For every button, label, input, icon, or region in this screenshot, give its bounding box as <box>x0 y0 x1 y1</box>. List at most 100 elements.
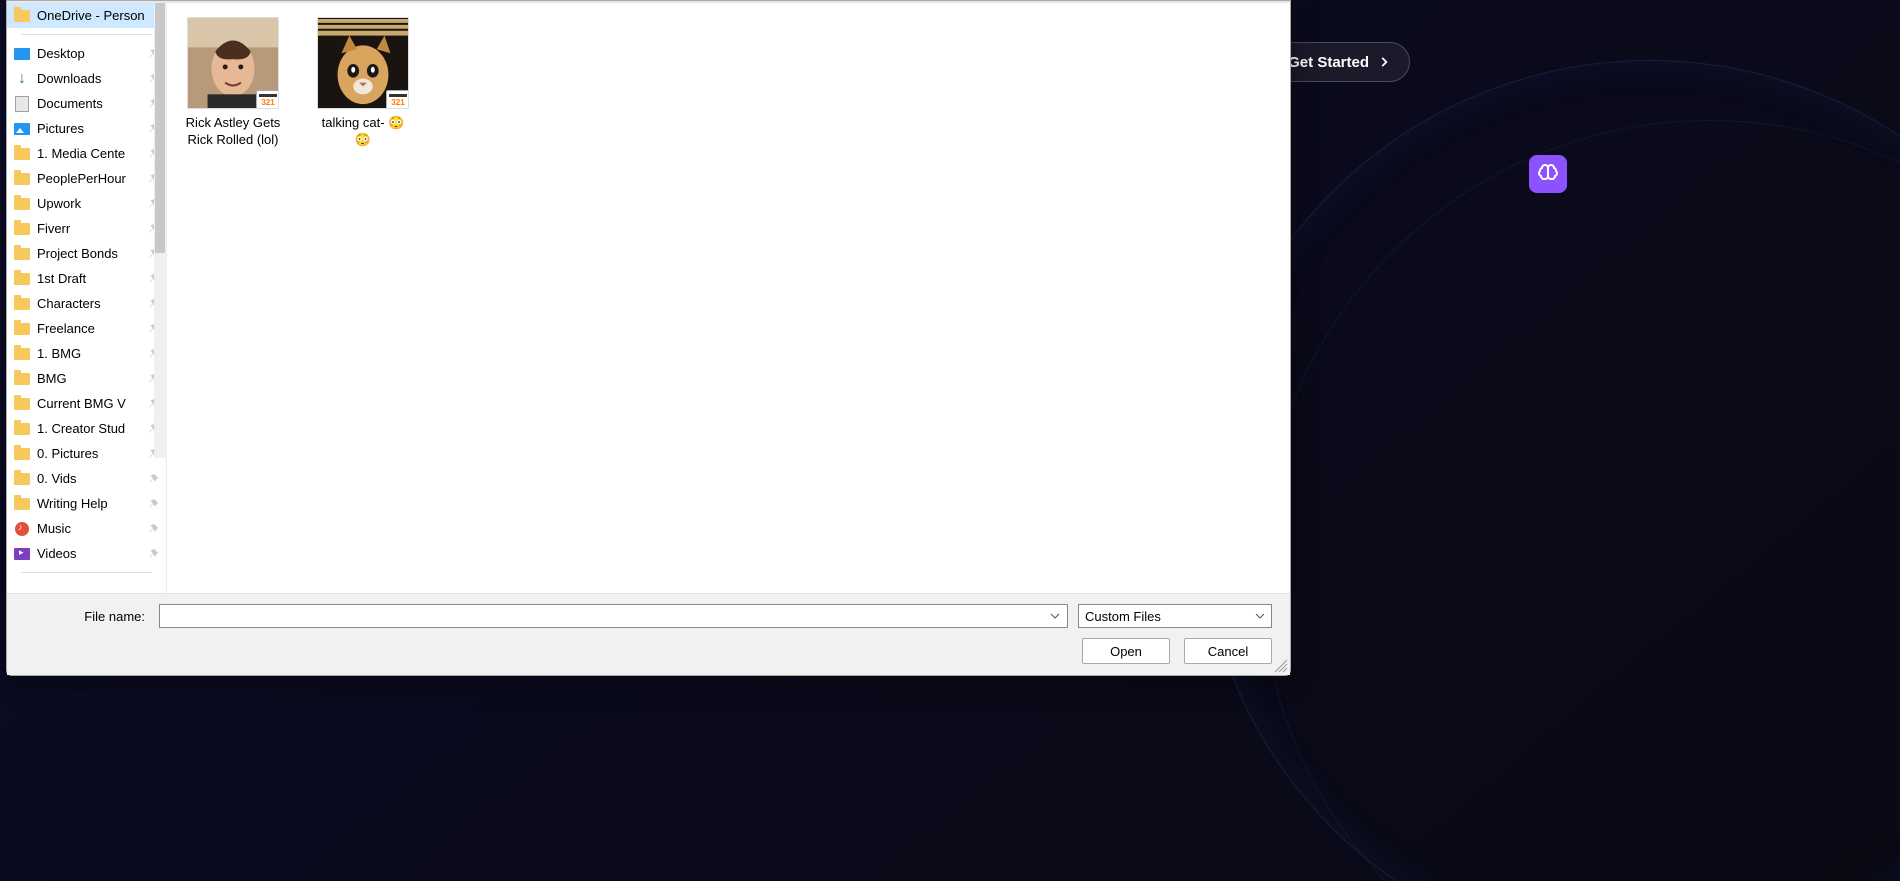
file-list[interactable]: 321Rick Astley Gets Rick Rolled (lol)321… <box>167 3 1290 593</box>
sidebar-item-label: 1. BMG <box>37 346 146 361</box>
folder-icon <box>13 245 31 263</box>
folder-icon <box>13 445 31 463</box>
open-button[interactable]: Open <box>1082 638 1170 664</box>
sidebar-item[interactable]: 1. Media Cente <box>7 141 166 166</box>
sidebar-item-label: Freelance <box>37 321 146 336</box>
sidebar-item-label: Fiverr <box>37 221 146 236</box>
dialog-body: OneDrive - Person Desktop ↓ Downloads Docume… <box>7 3 1290 593</box>
sidebar-item[interactable]: OneDrive - Person <box>7 3 166 28</box>
folder-icon <box>13 220 31 238</box>
pin-icon <box>146 497 160 511</box>
filename-dropdown-icon[interactable] <box>1047 605 1063 627</box>
folder-icon <box>13 370 31 388</box>
folder-icon <box>13 470 31 488</box>
folder-icon <box>13 145 31 163</box>
filetype-label: Custom Files <box>1085 609 1255 624</box>
sidebar-item-label: 0. Vids <box>37 471 146 486</box>
sidebar-item-label: Documents <box>37 96 146 111</box>
sidebar: OneDrive - Person Desktop ↓ Downloads Docume… <box>7 3 167 593</box>
sidebar-item[interactable]: Fiverr <box>7 216 166 241</box>
desktop-icon <box>13 45 31 63</box>
file-label: talking cat- 😳 😳 <box>315 115 411 149</box>
sidebar-item[interactable]: Documents <box>7 91 166 116</box>
sidebar-item-label: OneDrive - Person <box>37 8 166 23</box>
file-item[interactable]: 321 Rick Astley Gets Rick Rolled (lol) <box>185 17 281 149</box>
folder-icon <box>13 345 31 363</box>
sidebar-item-label: Characters <box>37 296 146 311</box>
sidebar-item[interactable]: Project Bonds <box>7 241 166 266</box>
filename-input-wrap[interactable] <box>159 604 1068 628</box>
sidebar-item[interactable]: PeoplePerHour <box>7 166 166 191</box>
sidebar-item-label: Current BMG V <box>37 396 146 411</box>
sidebar-item[interactable]: 0. Vids <box>7 466 166 491</box>
sidebar-item-label: Upwork <box>37 196 146 211</box>
folder-icon <box>13 195 31 213</box>
sidebar-divider <box>21 572 152 573</box>
sidebar-item-label: Desktop <box>37 46 146 61</box>
file-label: Rick Astley Gets Rick Rolled (lol) <box>185 115 281 149</box>
filetype-select[interactable]: Custom Files <box>1078 604 1272 628</box>
sidebar-item-label: Videos <box>37 546 146 561</box>
cancel-button[interactable]: Cancel <box>1184 638 1272 664</box>
sidebar-item[interactable]: Writing Help <box>7 491 166 516</box>
sidebar-item[interactable]: BMG <box>7 366 166 391</box>
sidebar-scrollbar[interactable] <box>154 3 166 458</box>
sidebar-item-label: Project Bonds <box>37 246 146 261</box>
folder-icon <box>13 170 31 188</box>
videos-icon <box>13 545 31 563</box>
folder-icon <box>13 495 31 513</box>
sidebar-item[interactable]: Music <box>7 516 166 541</box>
scrollbar-thumb[interactable] <box>155 3 165 253</box>
chevron-right-icon <box>1377 55 1391 69</box>
folder-icon <box>13 420 31 438</box>
folder-icon <box>13 395 31 413</box>
sidebar-item-label: 1. Media Cente <box>37 146 146 161</box>
pin-icon <box>146 472 160 486</box>
pin-icon <box>146 522 160 536</box>
sidebar-item-label: Pictures <box>37 121 146 136</box>
sidebar-item-label: Writing Help <box>37 496 146 511</box>
sidebar-item[interactable]: Upwork <box>7 191 166 216</box>
sidebar-item-label: BMG <box>37 371 146 386</box>
sidebar-item-label: 1st Draft <box>37 271 146 286</box>
sidebar-item[interactable]: 1. Creator Stud <box>7 416 166 441</box>
docs-icon <box>13 95 31 113</box>
sidebar-item[interactable]: 1st Draft <box>7 266 166 291</box>
cancel-button-label: Cancel <box>1208 644 1248 659</box>
sidebar-item[interactable]: Pictures <box>7 116 166 141</box>
folder-icon <box>13 270 31 288</box>
sidebar-item[interactable]: 1. BMG <box>7 341 166 366</box>
file-thumbnail: 321 <box>317 17 409 109</box>
folder-icon <box>13 7 31 25</box>
folder-icon <box>13 295 31 313</box>
sidebar-item-label: Downloads <box>37 71 146 86</box>
resize-grip-icon[interactable] <box>1274 659 1288 673</box>
sidebar-item[interactable]: Desktop <box>7 41 166 66</box>
sidebar-item-label: PeoplePerHour <box>37 171 146 186</box>
brain-icon <box>1536 162 1560 186</box>
file-thumbnail: 321 <box>187 17 279 109</box>
file-open-dialog: OneDrive - Person Desktop ↓ Downloads Docume… <box>6 0 1291 676</box>
sidebar-item[interactable]: Current BMG V <box>7 391 166 416</box>
sidebar-divider <box>21 34 152 35</box>
sidebar-item[interactable]: Characters <box>7 291 166 316</box>
download-icon: ↓ <box>13 70 31 88</box>
video-badge-icon: 321 <box>386 90 409 109</box>
sidebar-item[interactable]: Freelance <box>7 316 166 341</box>
button-row: Open Cancel <box>25 638 1272 664</box>
pics-icon <box>13 120 31 138</box>
music-icon <box>13 520 31 538</box>
get-started-label: Get Started <box>1288 54 1369 71</box>
ai-side-badge[interactable] <box>1529 155 1567 193</box>
filename-label: File name: <box>25 609 145 624</box>
filename-input[interactable] <box>164 608 1047 625</box>
pin-icon <box>146 547 160 561</box>
filename-row: File name: Custom Files <box>25 604 1272 628</box>
sidebar-item[interactable]: Videos <box>7 541 166 566</box>
video-badge-icon: 321 <box>256 90 279 109</box>
sidebar-item[interactable]: ↓ Downloads <box>7 66 166 91</box>
sidebar-item[interactable]: 0. Pictures <box>7 441 166 466</box>
folder-icon <box>13 320 31 338</box>
open-button-label: Open <box>1110 644 1142 659</box>
file-item[interactable]: 321 talking cat- 😳 😳 <box>315 17 411 149</box>
